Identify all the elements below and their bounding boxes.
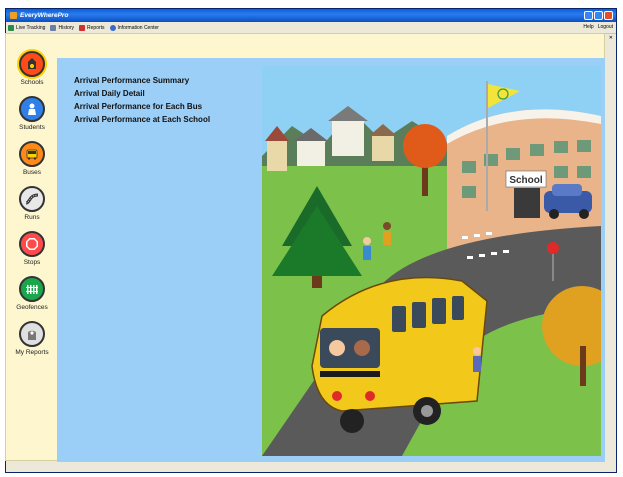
- report-link-arrival-performance-each-bus[interactable]: Arrival Performance for Each Bus: [74, 100, 210, 113]
- logout-link[interactable]: Logout: [598, 24, 613, 30]
- menu-live-tracking[interactable]: Live Tracking: [8, 24, 46, 31]
- menu-label: Live Tracking: [16, 24, 46, 31]
- menu-reports[interactable]: Reports: [79, 24, 105, 31]
- road-icon: [19, 186, 45, 212]
- sidebar-item-label: Buses: [22, 169, 42, 176]
- sidebar-item-runs[interactable]: Runs: [8, 183, 56, 228]
- live-tracking-icon: [8, 24, 14, 31]
- school-bell-icon: [19, 51, 45, 77]
- window-title: EveryWherePro: [20, 12, 69, 19]
- sidebar: Schools Students Buses Runs Stops Geofen…: [8, 48, 56, 363]
- maximize-button[interactable]: [594, 11, 603, 20]
- menu-history[interactable]: History: [50, 24, 75, 31]
- sidebar-item-label: Schools: [20, 79, 44, 86]
- reports-icon: [79, 24, 86, 31]
- sidebar-item-schools[interactable]: Schools: [8, 48, 56, 93]
- menu-label: Information Center: [117, 24, 159, 31]
- stop-sign-icon: [19, 231, 45, 257]
- information-center-icon: [109, 24, 116, 31]
- window-controls: [584, 11, 613, 20]
- bus-icon: [19, 141, 45, 167]
- sidebar-item-label: Students: [19, 124, 45, 131]
- menu-label: Reports: [87, 24, 105, 31]
- sidebar-item-label: Runs: [24, 214, 40, 221]
- sidebar-item-my-reports[interactable]: My Reports: [8, 318, 56, 363]
- title-bar[interactable]: EveryWherePro: [6, 9, 616, 22]
- sidebar-item-label: Geofences: [16, 304, 48, 311]
- sidebar-item-stops[interactable]: Stops: [8, 228, 56, 273]
- school-bus-illustration: School: [262, 66, 601, 456]
- sidebar-item-buses[interactable]: Buses: [8, 138, 56, 183]
- sidebar-item-label: My Reports: [15, 349, 49, 356]
- close-button[interactable]: [604, 11, 613, 20]
- sidebar-item-geofences[interactable]: Geofences: [8, 273, 56, 318]
- report-link-arrival-daily-detail[interactable]: Arrival Daily Detail: [74, 87, 210, 100]
- sidebar-item-label: Stops: [23, 259, 41, 266]
- menu-right: Help Logout: [583, 24, 613, 30]
- student-icon: [19, 96, 45, 122]
- my-reports-icon: [19, 321, 45, 347]
- report-link-arrival-performance-each-school[interactable]: Arrival Performance at Each School: [74, 113, 210, 126]
- tab-close-icon[interactable]: ✕: [609, 35, 613, 41]
- school-sign: School: [509, 175, 543, 186]
- help-link[interactable]: Help: [583, 24, 593, 30]
- minimize-button[interactable]: [584, 11, 593, 20]
- history-icon: [50, 24, 57, 31]
- fence-icon: [19, 276, 45, 302]
- app-icon: [10, 12, 17, 19]
- report-list: Arrival Performance Summary Arrival Dail…: [74, 74, 210, 126]
- menu-information-center[interactable]: Information Center: [109, 24, 159, 31]
- menu-label: History: [58, 24, 75, 31]
- sidebar-item-students[interactable]: Students: [8, 93, 56, 138]
- report-link-arrival-performance-summary[interactable]: Arrival Performance Summary: [74, 74, 210, 87]
